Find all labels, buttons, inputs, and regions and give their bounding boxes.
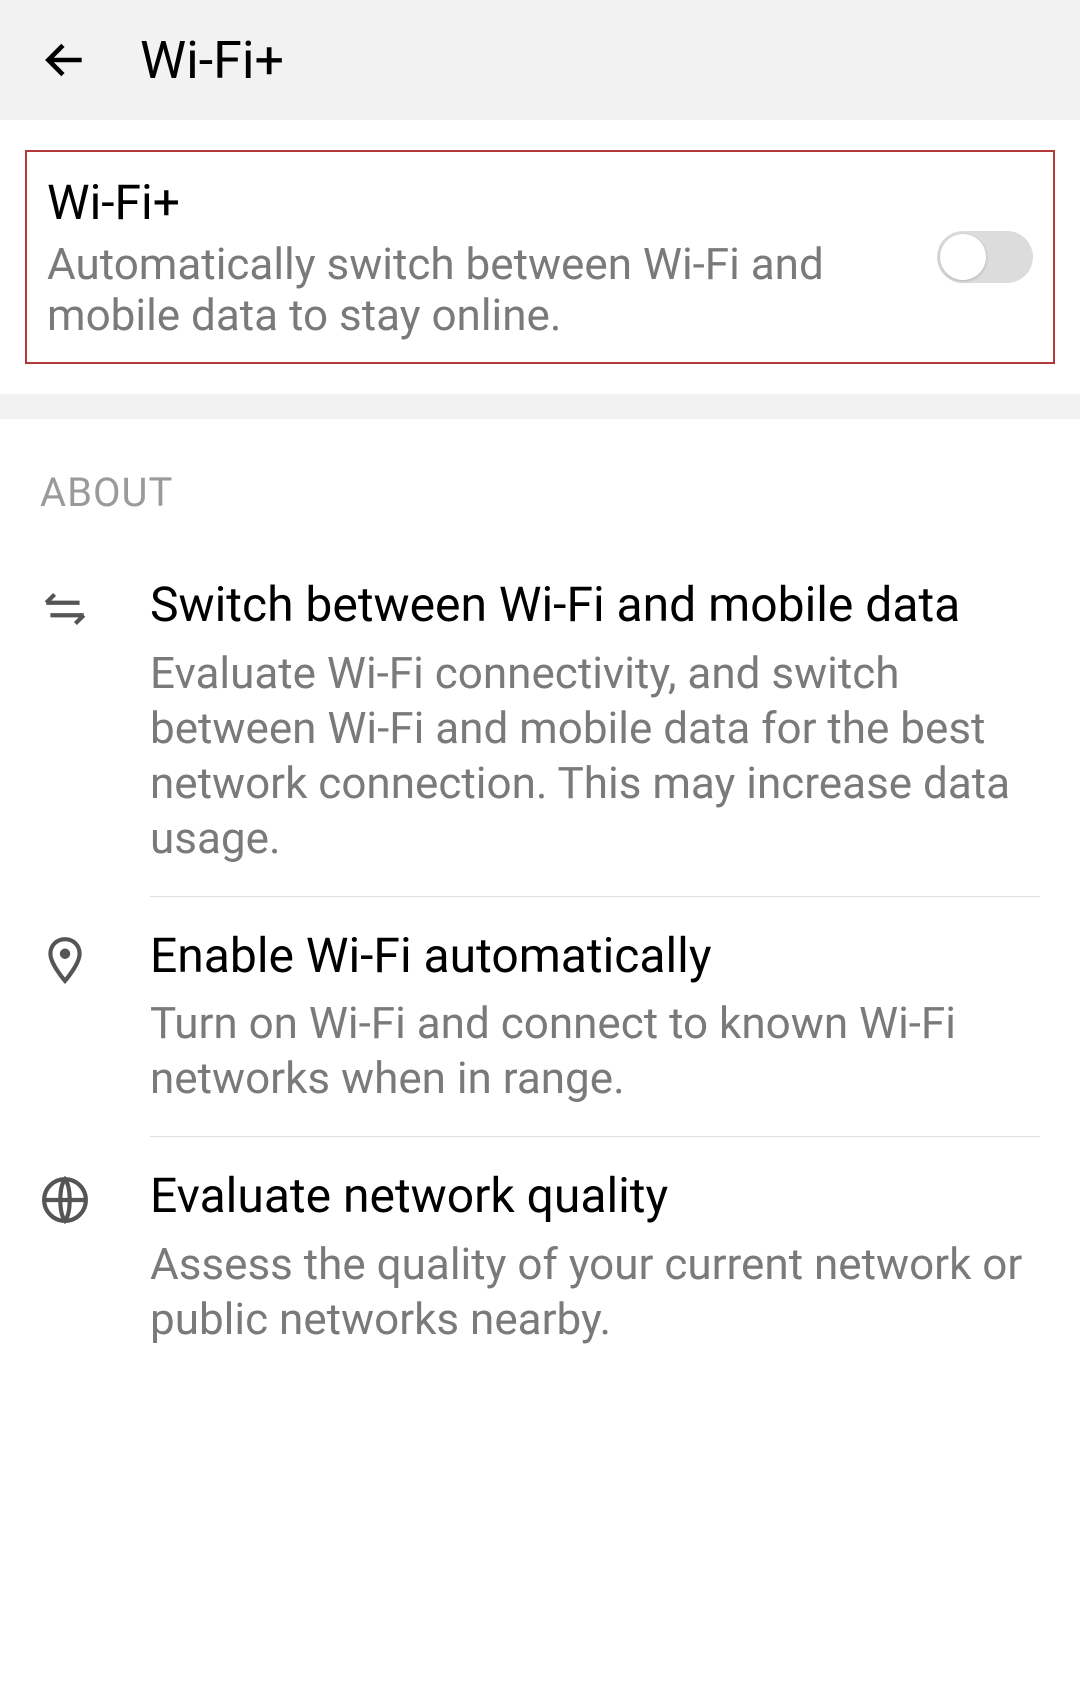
about-item-enable-auto: Enable Wi-Fi automatically Turn on Wi-Fi… [0, 897, 1080, 1137]
about-item-description: Turn on Wi-Fi and connect to known Wi-Fi… [150, 996, 1040, 1106]
wifi-plus-toggle-switch[interactable] [937, 231, 1033, 283]
about-item-evaluate-quality: Evaluate network quality Assess the qual… [0, 1137, 1080, 1377]
about-section-header: ABOUT [0, 419, 1080, 546]
about-item-title: Switch between Wi-Fi and mobile data [150, 576, 1040, 634]
back-arrow-icon[interactable] [40, 35, 90, 85]
about-item-text: Enable Wi-Fi automatically Turn on Wi-Fi… [150, 927, 1040, 1107]
header: Wi-Fi+ [0, 0, 1080, 120]
wifi-plus-toggle-text: Wi-Fi+ Automatically switch between Wi-F… [47, 174, 937, 340]
wifi-plus-toggle-description: Automatically switch between Wi-Fi and m… [47, 239, 917, 340]
wifi-plus-toggle-card[interactable]: Wi-Fi+ Automatically switch between Wi-F… [25, 150, 1055, 364]
globe-icon [40, 1167, 100, 1347]
section-divider [0, 394, 1080, 419]
about-item-description: Evaluate Wi-Fi connectivity, and switch … [150, 646, 1040, 866]
about-item-text: Evaluate network quality Assess the qual… [150, 1167, 1040, 1347]
page-title: Wi-Fi+ [140, 30, 284, 91]
about-item-switch: Switch between Wi-Fi and mobile data Eva… [0, 546, 1080, 896]
about-item-title: Enable Wi-Fi automatically [150, 927, 1040, 985]
location-pin-icon [40, 927, 100, 1107]
about-item-title: Evaluate network quality [150, 1167, 1040, 1225]
about-item-text: Switch between Wi-Fi and mobile data Eva… [150, 576, 1040, 866]
about-item-description: Assess the quality of your current netwo… [150, 1237, 1040, 1347]
wifi-plus-toggle-title: Wi-Fi+ [47, 174, 917, 231]
toggle-knob [940, 234, 986, 280]
swap-icon [40, 576, 100, 866]
